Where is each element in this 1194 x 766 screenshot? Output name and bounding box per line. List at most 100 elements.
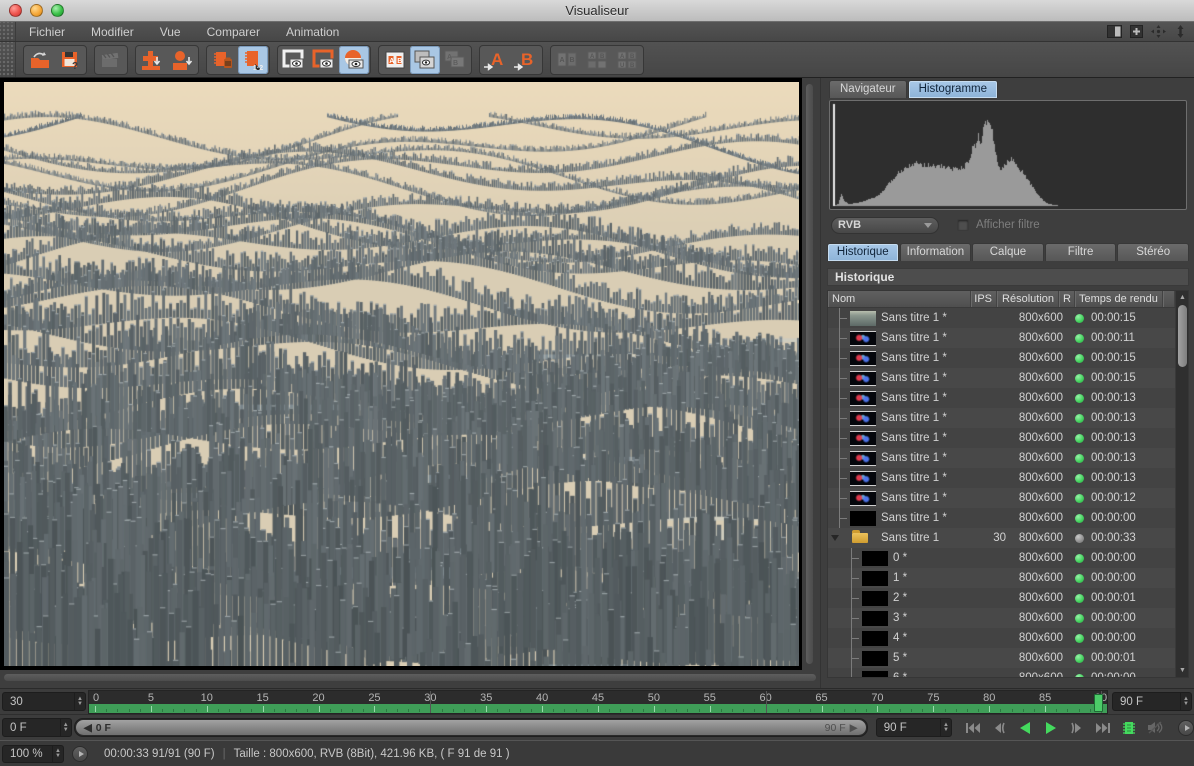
stepper-arrows-icon[interactable]: ▲▼ xyxy=(1180,693,1191,710)
column-header-ips[interactable]: IPS xyxy=(971,291,997,307)
make-preview-button[interactable] xyxy=(96,46,126,74)
previous-frame-button[interactable] xyxy=(988,719,1010,737)
menu-item-animation[interactable]: Animation xyxy=(273,22,352,41)
zoom-spinner[interactable]: 100 % ▲▼ xyxy=(2,745,64,763)
table-row[interactable]: 2 *800x60000:00:01 xyxy=(828,588,1175,608)
table-row[interactable]: Sans titre 1 *800x60000:00:13 xyxy=(828,468,1175,488)
split-pane-icon[interactable] xyxy=(1107,25,1122,38)
preview-range-slider[interactable]: ◀0 F 90 F▶ xyxy=(76,720,866,735)
row-render-time: 00:00:01 xyxy=(1087,652,1175,664)
open-file-button[interactable] xyxy=(25,46,55,74)
table-row[interactable]: Sans titre 1 *800x60000:00:15 xyxy=(828,308,1175,328)
table-row[interactable]: Sans titre 1 *800x60000:00:15 xyxy=(828,368,1175,388)
rendered-image[interactable] xyxy=(0,78,802,670)
table-row[interactable]: Sans titre 1 *800x60000:00:15 xyxy=(828,348,1175,368)
zoom-options-button[interactable] xyxy=(72,746,88,762)
ab-link-button[interactable]: AB xyxy=(440,46,470,74)
resize-vertical-icon[interactable] xyxy=(1173,25,1188,38)
menu-item-fichier[interactable]: Fichier xyxy=(16,22,78,41)
sound-mute-button[interactable] xyxy=(1144,719,1166,737)
table-row[interactable]: Sans titre 1 *800x60000:00:13 xyxy=(828,448,1175,468)
tab-historique[interactable]: Historique xyxy=(827,243,899,261)
range-end-spinner[interactable]: 90 F ▲▼ xyxy=(876,718,952,737)
table-row[interactable]: 1 *800x60000:00:00 xyxy=(828,568,1175,588)
toolbar-grip-handle[interactable] xyxy=(0,42,16,77)
timeline-playhead[interactable] xyxy=(1094,694,1103,712)
scroll-down-icon[interactable]: ▼ xyxy=(1177,665,1188,676)
table-row[interactable]: Sans titre 1 *800x60000:00:12 xyxy=(828,488,1175,508)
ab-frames-button[interactable] xyxy=(410,46,440,74)
scroll-up-icon[interactable]: ▲ xyxy=(1177,292,1188,303)
ab-align-button[interactable]: ABUB xyxy=(612,46,642,74)
history-scrollbar[interactable]: ▲ ▼ xyxy=(1175,291,1188,677)
tab-stéréo[interactable]: Stéréo xyxy=(1117,243,1189,261)
stepper-arrows-icon[interactable]: ▲▼ xyxy=(940,719,951,736)
preview-range-track[interactable]: ◀0 F 90 F▶ xyxy=(74,718,868,737)
expand-triangle-icon[interactable] xyxy=(831,535,839,541)
table-row[interactable]: 4 *800x60000:00:00 xyxy=(828,628,1175,648)
table-row[interactable]: Sans titre 1 *800x60000:00:13 xyxy=(828,408,1175,428)
goto-end-button[interactable] xyxy=(1092,719,1114,737)
next-frame-button[interactable] xyxy=(1066,719,1088,737)
table-row[interactable]: 6 *800x60000:00:00 xyxy=(828,668,1175,677)
menu-item-modifier[interactable]: Modifier xyxy=(78,22,147,41)
menu-item-vue[interactable]: Vue xyxy=(147,22,194,41)
ab-sync-button[interactable]: AB xyxy=(582,46,612,74)
fps-spinner[interactable]: 30 ▲▼ xyxy=(2,692,86,711)
ruler-label-55: 55 xyxy=(704,692,716,704)
current-frame-spinner[interactable]: 0 F ▲▼ xyxy=(2,718,72,737)
move-icon[interactable] xyxy=(1151,25,1166,38)
tab-filtre[interactable]: Filtre xyxy=(1045,243,1117,261)
history-scrollbar-thumb[interactable] xyxy=(1178,305,1187,367)
table-row[interactable]: Sans titre 1 *800x60000:00:13 xyxy=(828,428,1175,448)
tab-navigateur[interactable]: Navigateur xyxy=(829,80,907,98)
menubar-grip-handle[interactable] xyxy=(0,22,16,41)
range-left-handle-icon[interactable]: ◀ xyxy=(84,722,92,734)
table-row[interactable]: Sans titre 1 *800x60000:00:11 xyxy=(828,328,1175,348)
show-image-b-button[interactable] xyxy=(309,46,339,74)
image-vertical-scrollbar[interactable] xyxy=(806,84,813,664)
ram-player-button[interactable]: 1·2 xyxy=(238,46,268,74)
row-status xyxy=(1071,554,1087,563)
column-header-r[interactable]: R xyxy=(1059,291,1075,307)
ram-play-toggle[interactable] xyxy=(1118,719,1140,737)
stepper-arrows-icon[interactable]: ▲▼ xyxy=(60,719,71,736)
ab-swap-button[interactable]: AB xyxy=(552,46,582,74)
save-image-button[interactable]: ? xyxy=(55,46,85,74)
column-header-résolution[interactable]: Résolution xyxy=(997,291,1059,307)
stepper-arrows-icon[interactable]: ▲▼ xyxy=(74,693,85,710)
table-row[interactable]: 0 *800x60000:00:00 xyxy=(828,548,1175,568)
table-row[interactable]: Sans titre 1 *800x60000:00:13 xyxy=(828,388,1175,408)
image-horizontal-scrollbar[interactable] xyxy=(4,674,816,681)
play-button[interactable] xyxy=(1040,719,1062,737)
show-filter-checkbox[interactable] xyxy=(957,219,969,231)
channel-dropdown[interactable]: RVB xyxy=(831,217,939,234)
show-ab-compare-button[interactable] xyxy=(339,46,369,74)
end-frame-spinner-top[interactable]: 90 F ▲▼ xyxy=(1112,692,1192,711)
playback-options-button[interactable] xyxy=(1178,720,1194,736)
goto-start-button[interactable] xyxy=(962,719,984,737)
save-all-frames-button[interactable] xyxy=(137,46,167,74)
range-right-handle-icon[interactable]: ▶ xyxy=(850,722,858,734)
set-compare-b-button[interactable]: B xyxy=(511,46,541,74)
add-pane-icon[interactable] xyxy=(1129,25,1144,38)
table-row[interactable]: Sans titre 130800x60000:00:33 xyxy=(828,528,1175,548)
menu-item-comparer[interactable]: Comparer xyxy=(194,22,273,41)
timeline-ruler[interactable]: 051015202530354045505560657075808590 xyxy=(88,690,1108,714)
tab-calque[interactable]: Calque xyxy=(972,243,1044,261)
table-row[interactable]: Sans titre 1 *800x60000:00:00 xyxy=(828,508,1175,528)
stepper-arrows-icon[interactable]: ▲▼ xyxy=(52,746,63,762)
table-row[interactable]: 5 *800x60000:00:01 xyxy=(828,648,1175,668)
table-row[interactable]: 3 *800x60000:00:00 xyxy=(828,608,1175,628)
ram-clear-button[interactable] xyxy=(208,46,238,74)
tab-histogramme[interactable]: Histogramme xyxy=(908,80,998,98)
ab-box-button[interactable]: AB xyxy=(380,46,410,74)
save-single-frame-button[interactable] xyxy=(167,46,197,74)
play-reverse-button[interactable] xyxy=(1014,719,1036,737)
show-image-a-button[interactable] xyxy=(279,46,309,74)
row-resolution: 800x600 xyxy=(1009,652,1071,664)
tab-information[interactable]: Information xyxy=(900,243,972,261)
column-header-temps-de-rendu[interactable]: Temps de rendu xyxy=(1075,291,1163,307)
set-compare-a-button[interactable]: A xyxy=(481,46,511,74)
column-header-nom[interactable]: Nom xyxy=(828,291,971,307)
